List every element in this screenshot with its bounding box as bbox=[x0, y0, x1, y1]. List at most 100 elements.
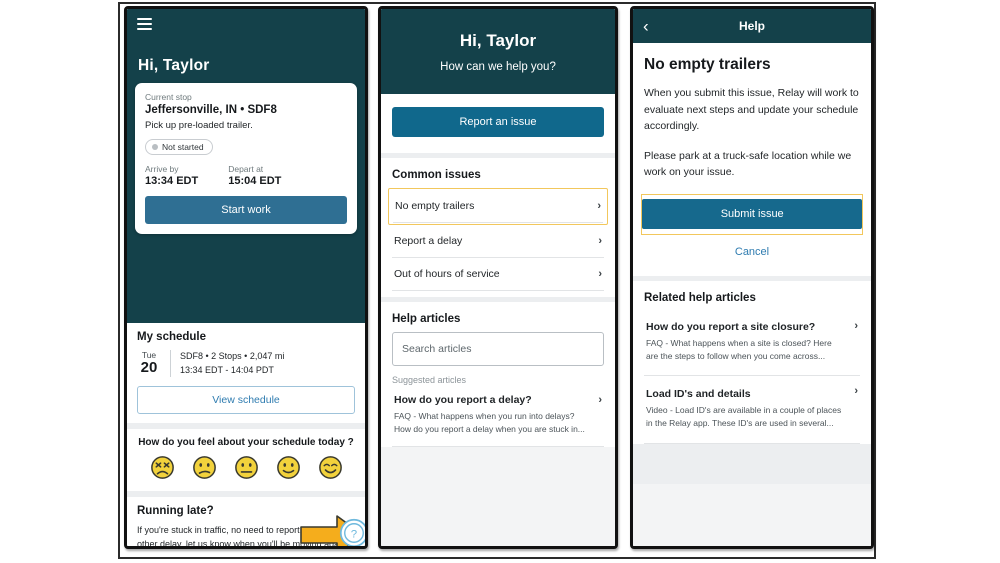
mood-face-row bbox=[137, 455, 355, 482]
issue-paragraph-1: When you submit this issue, Relay will w… bbox=[644, 87, 859, 133]
home-greeting: Hi, Taylor bbox=[138, 57, 210, 74]
chevron-right-icon: › bbox=[598, 268, 602, 280]
help-menu-greeting: Hi, Taylor bbox=[459, 30, 537, 50]
issue-paragraph-2: Please park at a truck-safe location whi… bbox=[644, 149, 852, 179]
report-an-issue-button[interactable]: Report an issue bbox=[392, 107, 604, 137]
question-mark-circle-icon[interactable]: ? bbox=[339, 518, 365, 546]
common-issue-label: Report a delay bbox=[394, 235, 463, 247]
home-header: Hi, Taylor bbox=[127, 9, 365, 81]
face-happy[interactable] bbox=[276, 455, 301, 480]
common-issue-no-empty-trailers[interactable]: No empty trailers › bbox=[393, 190, 603, 223]
mood-question: How do you feel about your schedule toda… bbox=[138, 437, 354, 448]
depart-at-block: Depart at 15:04 EDT bbox=[228, 164, 281, 187]
help-articles-heading: Help articles bbox=[392, 313, 461, 325]
phone-mockup-help-menu: Hi, Taylor How can we help you? Report a… bbox=[378, 6, 618, 549]
help-menu-subtitle: How can we help you? bbox=[440, 60, 556, 73]
chevron-right-icon: › bbox=[854, 319, 858, 332]
common-issue-out-of-hours[interactable]: Out of hours of service › bbox=[392, 258, 604, 291]
article-title: Load ID's and details bbox=[646, 388, 751, 401]
start-work-button[interactable]: Start work bbox=[145, 196, 347, 224]
help-articles-section: Help articles Search articles Suggested … bbox=[381, 297, 615, 448]
schedule-date: Tue 20 bbox=[137, 351, 161, 376]
suggested-article-row[interactable]: How do you report a delay? FAQ - What ha… bbox=[392, 385, 604, 448]
my-schedule-heading: My schedule bbox=[137, 331, 207, 343]
suggested-articles-label: Suggested articles bbox=[392, 375, 467, 385]
schedule-summary-row: Tue 20 SDF8 • 2 Stops • 2,047 mi 13:34 E… bbox=[137, 350, 355, 377]
related-article-row[interactable]: Load ID's and details Video - Load ID's … bbox=[644, 376, 860, 444]
chevron-right-icon: › bbox=[598, 394, 602, 406]
issue-detail-footer-spacer bbox=[633, 443, 871, 484]
face-very-unhappy[interactable] bbox=[150, 455, 175, 480]
common-issue-report-a-delay[interactable]: Report a delay › bbox=[392, 225, 604, 258]
svg-text:?: ? bbox=[351, 528, 357, 540]
chevron-right-icon: › bbox=[597, 200, 601, 212]
running-late-section: Running late? If you're stuck in traffic… bbox=[127, 491, 365, 546]
issue-heading: No empty trailers bbox=[644, 56, 771, 73]
stop-times: Arrive by 13:34 EDT Depart at 15:04 EDT bbox=[145, 164, 347, 187]
my-schedule-section: My schedule Tue 20 SDF8 • 2 Stops • 2,04… bbox=[127, 323, 365, 423]
arrive-by-label: Arrive by bbox=[145, 164, 179, 174]
current-stop-location: Jeffersonville, IN • SDF8 bbox=[145, 104, 277, 116]
schedule-day-number: 20 bbox=[140, 359, 158, 377]
article-desc-line-1: FAQ - What happens when a site is closed… bbox=[646, 337, 832, 348]
screen-help-menu: Hi, Taylor How can we help you? Report a… bbox=[381, 9, 615, 546]
current-stop-description: Pick up pre-loaded trailer. bbox=[145, 120, 253, 131]
issue-panel: No empty trailers When you submit this i… bbox=[633, 43, 871, 276]
article-title: How do you report a delay? bbox=[394, 394, 532, 406]
common-issue-highlight: No empty trailers › bbox=[388, 188, 608, 225]
running-late-body: If you're stuck in traffic, no need to r… bbox=[137, 525, 349, 546]
chevron-right-icon: › bbox=[854, 385, 858, 398]
depart-at-value: 15:04 EDT bbox=[228, 175, 282, 187]
face-unhappy[interactable] bbox=[192, 455, 217, 480]
cancel-link[interactable]: Cancel bbox=[644, 235, 860, 267]
chevron-right-icon: › bbox=[598, 235, 602, 247]
issue-detail-header: ‹ Help bbox=[633, 9, 871, 43]
screen-home: Hi, Taylor Current stop Jeffersonville, … bbox=[127, 9, 365, 546]
running-late-heading: Running late? bbox=[137, 505, 214, 517]
common-issues-heading: Common issues bbox=[392, 169, 481, 181]
schedule-route-line: SDF8 • 2 Stops • 2,047 mi bbox=[180, 351, 285, 361]
article-desc-line-1: FAQ - What happens when you run into del… bbox=[394, 411, 575, 421]
arrive-by-value: 13:34 EDT bbox=[145, 175, 199, 187]
article-desc-line-2: are the steps to follow when you come ac… bbox=[646, 351, 826, 362]
common-issue-label: Out of hours of service bbox=[394, 268, 500, 280]
article-title: How do you report a site closure? bbox=[646, 320, 816, 333]
related-articles-heading: Related help articles bbox=[644, 291, 756, 304]
status-dot-icon bbox=[152, 144, 158, 150]
back-chevron-icon[interactable]: ‹ bbox=[643, 18, 649, 35]
schedule-time-line: 13:34 EDT - 14:04 PDT bbox=[180, 364, 274, 375]
phone-mockup-home: Hi, Taylor Current stop Jeffersonville, … bbox=[124, 6, 368, 549]
article-desc-line-1: Video - Load ID's are available in a cou… bbox=[646, 405, 842, 416]
article-desc-line-2: in the Relay app. These ID's are used in… bbox=[646, 418, 834, 429]
report-issue-panel: Report an issue bbox=[381, 94, 615, 153]
status-badge: Not started bbox=[145, 139, 213, 155]
common-issue-label: No empty trailers bbox=[395, 200, 475, 212]
search-articles-input[interactable]: Search articles bbox=[392, 332, 604, 366]
help-menu-body: Report an issue Common issues No empty t… bbox=[381, 94, 615, 546]
submit-issue-button[interactable]: Submit issue bbox=[642, 198, 863, 229]
current-stop-label: Current stop bbox=[145, 92, 192, 102]
search-articles-placeholder: Search articles bbox=[402, 343, 472, 355]
phone-mockup-issue-detail: ‹ Help No empty trailers When you submit… bbox=[630, 6, 874, 549]
depart-at-label: Depart at bbox=[228, 164, 264, 174]
view-schedule-button[interactable]: View schedule bbox=[137, 386, 355, 414]
schedule-details: SDF8 • 2 Stops • 2,047 mi 13:34 EDT - 14… bbox=[170, 350, 284, 377]
home-body: Current stop Jeffersonville, IN • SDF8 P… bbox=[127, 81, 365, 546]
screen-issue-detail: ‹ Help No empty trailers When you submit… bbox=[633, 9, 871, 546]
arrive-by-block: Arrive by 13:34 EDT bbox=[145, 164, 198, 187]
screenshot-canvas: Hi, Taylor Current stop Jeffersonville, … bbox=[0, 0, 1000, 563]
issue-detail-body: No empty trailers When you submit this i… bbox=[633, 43, 871, 546]
related-article-row[interactable]: How do you report a site closure? FAQ - … bbox=[644, 311, 860, 377]
status-badge-label: Not started bbox=[162, 142, 204, 152]
current-stop-card: Current stop Jeffersonville, IN • SDF8 P… bbox=[135, 83, 357, 234]
article-desc-line-2: How do you report a delay when you are s… bbox=[394, 424, 585, 435]
face-neutral[interactable] bbox=[234, 455, 259, 480]
submit-issue-highlight: Submit issue bbox=[641, 193, 863, 235]
common-issues-section: Common issues No empty trailers › Report… bbox=[381, 153, 615, 297]
hamburger-menu-icon[interactable] bbox=[137, 18, 152, 30]
home-scroll-sheet: My schedule Tue 20 SDF8 • 2 Stops • 2,04… bbox=[127, 323, 365, 546]
mood-survey-section: How do you feel about your schedule toda… bbox=[127, 423, 365, 491]
help-menu-header: Hi, Taylor How can we help you? bbox=[381, 9, 615, 94]
face-very-happy[interactable] bbox=[318, 455, 343, 480]
issue-detail-title: Help bbox=[738, 19, 765, 33]
